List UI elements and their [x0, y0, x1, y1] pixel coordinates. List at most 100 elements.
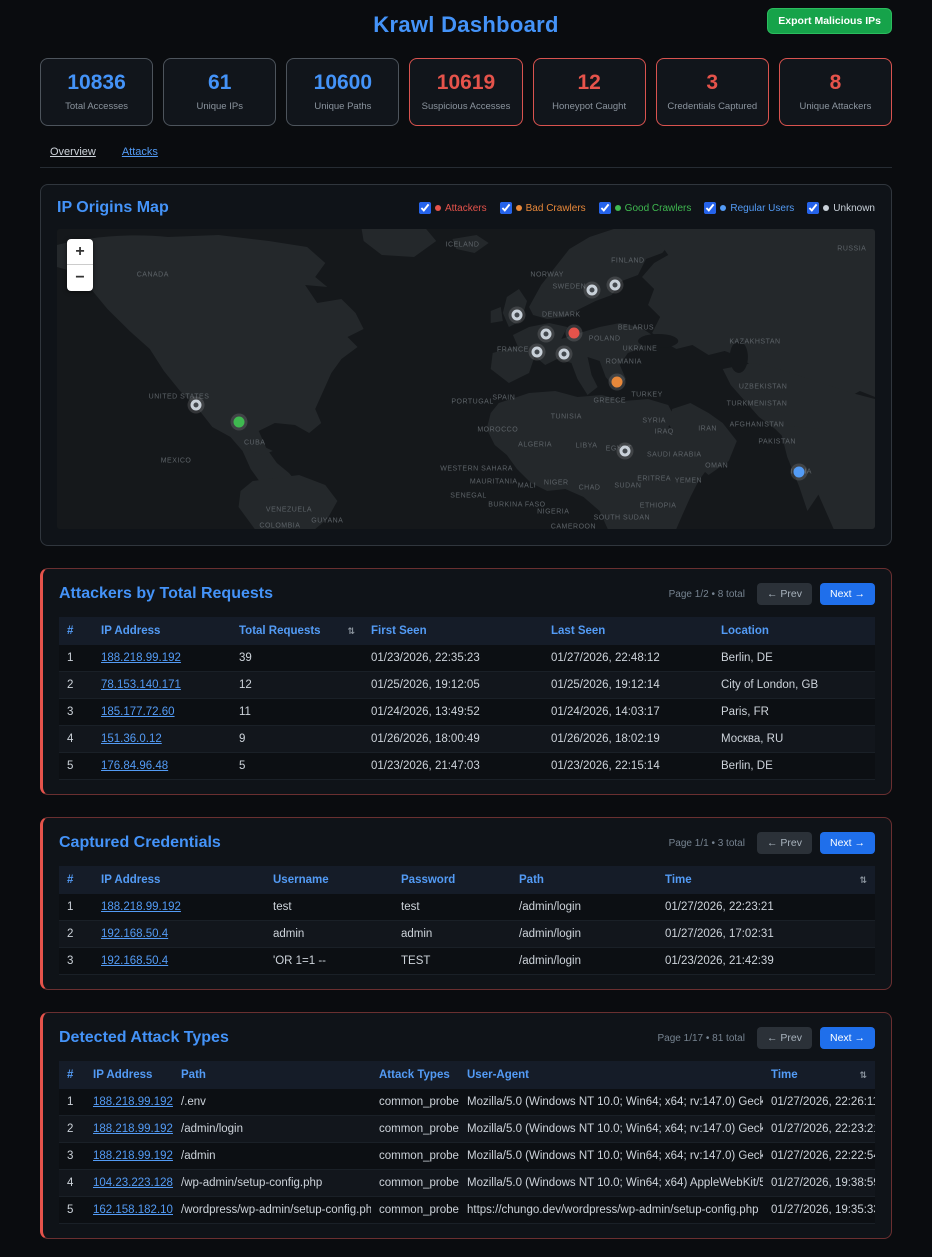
column-header-user-agent[interactable]: User-Agent [459, 1061, 763, 1089]
map-marker-good[interactable] [233, 417, 244, 428]
map-canvas[interactable]: + − CANADAICELANDNORWAYSWEDENFINLANDRUSS… [57, 229, 875, 529]
table-cell: 01/27/2026, 22:48:12 [543, 645, 713, 672]
column-header-label: # [67, 625, 73, 637]
legend-item-regular-users[interactable]: Regular Users [704, 202, 794, 214]
map-marker-unknown[interactable] [191, 400, 202, 411]
ip-address-link[interactable]: 188.218.99.192 [101, 901, 181, 913]
tab-overview[interactable]: Overview [50, 146, 96, 158]
credentials-prev-button[interactable]: ← Prev [757, 832, 812, 854]
table-cell: common_probes [371, 1170, 459, 1197]
ip-address-link[interactable]: 185.177.72.60 [101, 706, 175, 718]
map-marker-attacker[interactable] [569, 328, 580, 339]
column-header--[interactable]: # [59, 1061, 85, 1089]
map-marker-unknown[interactable] [532, 347, 543, 358]
map-marker-unknown[interactable] [586, 285, 597, 296]
legend-item-attackers[interactable]: Attackers [419, 202, 487, 214]
column-header--[interactable]: # [59, 617, 93, 645]
tab-attacks[interactable]: Attacks [122, 146, 158, 158]
legend-checkbox[interactable] [807, 202, 819, 214]
ip-address-link[interactable]: 188.218.99.192 [101, 652, 181, 664]
table-cell: 2 [59, 921, 93, 948]
column-header-label: Path [181, 1069, 206, 1081]
column-header-attack-types[interactable]: Attack Types [371, 1061, 459, 1089]
column-header-time[interactable]: Time⇅ [763, 1061, 875, 1089]
table-cell: 01/23/2026, 22:35:23 [363, 645, 543, 672]
ip-address-link[interactable]: 192.168.50.4 [101, 955, 168, 967]
attackers-prev-button[interactable]: ← Prev [757, 583, 812, 605]
map-zoom-out-button[interactable]: − [67, 265, 93, 291]
column-header-path[interactable]: Path [511, 866, 657, 894]
column-header-ip-address[interactable]: IP Address [93, 866, 265, 894]
column-header-inner: # [67, 874, 85, 886]
column-header-first-seen[interactable]: First Seen [363, 617, 543, 645]
sort-icon[interactable]: ⇅ [347, 626, 355, 637]
ip-address-link[interactable]: 188.218.99.192 [93, 1123, 173, 1135]
table-header-row: # IP AddressTotal Requests⇅First SeenLast… [59, 617, 875, 645]
table-cell: 01/27/2026, 19:35:33 [763, 1197, 875, 1224]
credentials-panel-header: Captured Credentials Page 1/1 • 3 total … [59, 832, 875, 854]
sort-icon[interactable]: ⇅ [859, 875, 867, 886]
table-cell: 01/23/2026, 21:42:39 [657, 948, 875, 975]
table-cell: 01/27/2026, 22:23:21 [657, 894, 875, 921]
ip-address-link[interactable]: 192.168.50.4 [101, 928, 168, 940]
table-cell: 5 [59, 753, 93, 780]
legend-label: Regular Users [730, 203, 794, 214]
ip-address-link[interactable]: 188.218.99.192 [93, 1150, 173, 1162]
column-header-last-seen[interactable]: Last Seen [543, 617, 713, 645]
sort-icon[interactable]: ⇅ [859, 1070, 867, 1081]
credentials-panel: Captured Credentials Page 1/1 • 3 total … [40, 817, 892, 990]
attack-types-prev-button[interactable]: ← Prev [757, 1027, 812, 1049]
attack-types-next-button[interactable]: Next → [820, 1027, 875, 1049]
legend-checkbox[interactable] [599, 202, 611, 214]
stat-value: 10836 [45, 71, 148, 95]
map-marker-regular[interactable] [794, 467, 805, 478]
column-header-ip-address[interactable]: IP Address [85, 1061, 173, 1089]
legend-item-unknown[interactable]: Unknown [807, 202, 875, 214]
table-cell: 11 [231, 699, 363, 726]
stat-label: Total Accesses [45, 101, 148, 112]
column-header-path[interactable]: Path [173, 1061, 371, 1089]
ip-address-link[interactable]: 176.84.96.48 [101, 760, 168, 772]
legend-item-bad-crawlers[interactable]: Bad Crawlers [500, 202, 586, 214]
column-header-label: # [67, 874, 73, 886]
legend-checkbox[interactable] [500, 202, 512, 214]
attackers-next-button[interactable]: Next → [820, 583, 875, 605]
stat-card: 10836 Total Accesses [40, 58, 153, 126]
ip-address-link[interactable]: 151.36.0.12 [101, 733, 162, 745]
table-row: 3188.218.99.192/admincommon_probesMozill… [59, 1143, 875, 1170]
legend-item-good-crawlers[interactable]: Good Crawlers [599, 202, 692, 214]
attackers-panel: Attackers by Total Requests Page 1/2 • 8… [40, 568, 892, 795]
legend-dot [823, 205, 829, 211]
credentials-next-button[interactable]: Next → [820, 832, 875, 854]
column-header-total-requests[interactable]: Total Requests⇅ [231, 617, 363, 645]
ip-address-link[interactable]: 188.218.99.192 [93, 1096, 173, 1108]
column-header-time[interactable]: Time⇅ [657, 866, 875, 894]
column-header--[interactable]: # [59, 866, 93, 894]
ip-address-link[interactable]: 78.153.140.171 [101, 679, 181, 691]
legend-checkbox[interactable] [704, 202, 716, 214]
table-cell: 01/23/2026, 21:47:03 [363, 753, 543, 780]
map-zoom-in-button[interactable]: + [67, 239, 93, 265]
map-marker-unknown[interactable] [559, 349, 570, 360]
map-marker-unknown[interactable] [609, 280, 620, 291]
attackers-table-head: # IP AddressTotal Requests⇅First SeenLast… [59, 617, 875, 645]
map-marker-bad[interactable] [611, 377, 622, 388]
column-header-password[interactable]: Password [393, 866, 511, 894]
export-malicious-ips-button[interactable]: Export Malicious IPs [767, 8, 892, 34]
ip-address-link[interactable]: 104.23.223.128 [93, 1177, 173, 1189]
column-header-location[interactable]: Location [713, 617, 875, 645]
legend-dot [435, 205, 441, 211]
stat-label: Honeypot Caught [538, 101, 641, 112]
map-marker-unknown[interactable] [619, 446, 630, 457]
stat-label: Unique Paths [291, 101, 394, 112]
map-marker-unknown[interactable] [541, 329, 552, 340]
table-cell: 188.218.99.192 [85, 1116, 173, 1143]
column-header-ip-address[interactable]: IP Address [93, 617, 231, 645]
map-marker-unknown[interactable] [511, 310, 522, 321]
ip-address-link[interactable]: 162.158.182.104 [93, 1204, 173, 1216]
attackers-panel-header: Attackers by Total Requests Page 1/2 • 8… [59, 583, 875, 605]
legend-dot [720, 205, 726, 211]
legend-checkbox[interactable] [419, 202, 431, 214]
table-cell: 39 [231, 645, 363, 672]
column-header-username[interactable]: Username [265, 866, 393, 894]
